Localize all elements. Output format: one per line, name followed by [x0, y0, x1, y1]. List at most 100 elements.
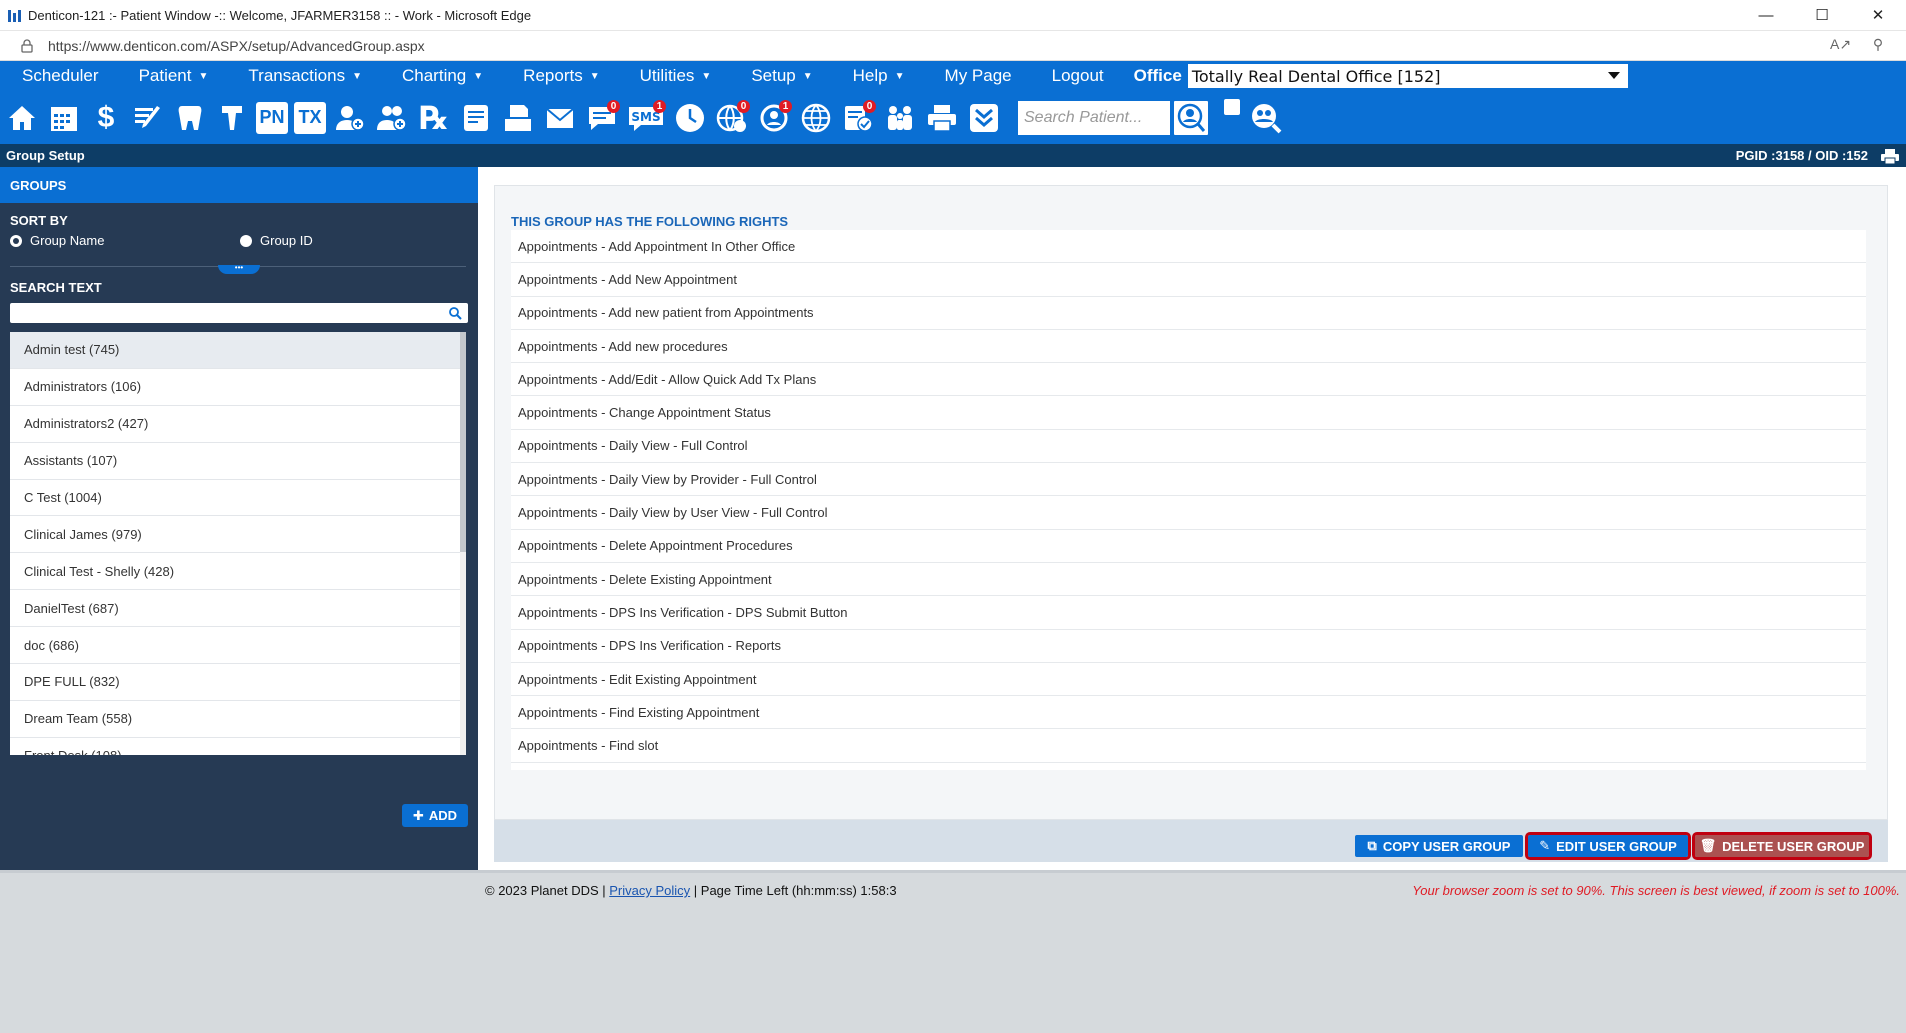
- right-list-item: Appointments - DPS Ins Verification - Re…: [511, 630, 1866, 663]
- dollar-icon[interactable]: $: [88, 98, 124, 138]
- add-patient-icon[interactable]: [332, 98, 368, 138]
- office-select-value: Totally Real Dental Office [152]: [1191, 66, 1441, 86]
- caret-down-icon: ▼: [701, 70, 712, 82]
- calendar-icon[interactable]: [46, 98, 82, 138]
- group-list-item[interactable]: Clinical Test - Shelly (428): [10, 553, 460, 591]
- minimize-icon[interactable]: —: [1738, 0, 1794, 31]
- footer-copyright: © 2023 Planet DDS | Privacy Policy | Pag…: [485, 883, 897, 898]
- read-aloud-icon[interactable]: A↗: [1830, 36, 1851, 56]
- menu-reports[interactable]: Reports ▼: [501, 66, 617, 86]
- main-menu-bar: Scheduler Patient ▼ Transactions ▼ Chartin…: [0, 61, 1906, 91]
- group-list-item[interactable]: doc (686): [10, 627, 460, 665]
- search-patient-button[interactable]: [1172, 98, 1210, 137]
- rights-list: Appointments - Add Appointment In Other …: [511, 230, 1866, 770]
- implant-icon[interactable]: [214, 98, 250, 138]
- menu-label: Logout: [1051, 66, 1104, 85]
- right-list-item: Appointments - Change Appointment Status: [511, 396, 1866, 430]
- group-list-item[interactable]: DPE FULL (832): [10, 664, 460, 701]
- menu-patient[interactable]: Patient ▼: [117, 66, 227, 86]
- chevron-down-double-icon[interactable]: [966, 98, 1002, 138]
- delete-user-group-button[interactable]: 🗑 DELETE USER GROUP: [1692, 832, 1872, 860]
- group-list-item[interactable]: Administrators2 (427): [10, 406, 460, 443]
- group-list-item[interactable]: Clinical James (979): [10, 516, 460, 554]
- forms-badge: 0: [863, 99, 876, 113]
- group-list-item[interactable]: DanielTest (687): [10, 590, 460, 628]
- menu-label: Scheduler: [22, 66, 99, 85]
- privacy-policy-link[interactable]: Privacy Policy: [609, 883, 690, 898]
- caret-down-icon: ▼: [352, 70, 362, 82]
- sort-option-label: Group Name: [30, 233, 105, 248]
- icon-toolbar: $ PN TX ℞ 0 SMS 1 0 1 0 Search Patient...: [0, 91, 1906, 144]
- toolbar-checkbox[interactable]: [1224, 99, 1240, 115]
- treatment-icon[interactable]: TX: [294, 101, 326, 134]
- progress-notes-icon[interactable]: PN: [256, 101, 288, 134]
- menu-label: Patient: [138, 66, 192, 85]
- right-list-item: Appointments - Daily View by Provider - …: [511, 463, 1866, 497]
- sort-group-name-option[interactable]: Group Name: [10, 233, 104, 248]
- printer-icon[interactable]: [924, 98, 960, 138]
- group-list-item[interactable]: Dream Team (558): [10, 701, 460, 738]
- copy-user-group-button[interactable]: ⧉ COPY USER GROUP: [1355, 835, 1523, 857]
- lock-icon: [21, 38, 33, 53]
- menu-label: Help: [852, 66, 888, 85]
- document-icon[interactable]: [458, 98, 494, 138]
- recall-icon[interactable]: 1: [756, 98, 792, 138]
- globe-icon[interactable]: 0: [714, 98, 750, 138]
- group-list-item[interactable]: C Test (1004): [10, 480, 460, 517]
- menu-help[interactable]: Help ▼: [831, 66, 923, 86]
- group-list-item[interactable]: Front Desk (108): [10, 738, 460, 755]
- page-time-left: | Page Time Left (hh:mm:ss) 1:58:3: [690, 883, 897, 898]
- menu-logout[interactable]: Logout: [1030, 66, 1122, 86]
- tooth-icon[interactable]: [172, 98, 208, 138]
- menu-label: Transactions: [248, 66, 346, 85]
- edit-notes-icon[interactable]: [130, 98, 166, 138]
- url-field[interactable]: https://www.denticon.com/ASPX/setup/Adva…: [48, 38, 1830, 54]
- group-list-item[interactable]: Assistants (107): [10, 443, 460, 480]
- caret-down-icon: ▼: [894, 70, 905, 82]
- zoom-icon[interactable]: ⚲: [1868, 36, 1888, 56]
- group-list-item[interactable]: Admin test (745): [10, 332, 460, 369]
- family-icon[interactable]: [882, 98, 918, 138]
- delete-button-label: DELETE USER GROUP: [1722, 838, 1865, 854]
- group-list-item[interactable]: Administrators (106): [10, 369, 460, 406]
- scanner-icon[interactable]: [500, 98, 536, 138]
- zoom-warning: Your browser zoom is set to 90%. This sc…: [1412, 883, 1900, 898]
- group-search-input[interactable]: [10, 303, 468, 323]
- scrollbar-thumb[interactable]: [460, 332, 466, 552]
- search-icon[interactable]: [448, 306, 462, 320]
- right-list-item: Appointments - Daily View - Full Control: [511, 430, 1866, 464]
- group-list-scrollbar[interactable]: [460, 332, 466, 755]
- close-icon[interactable]: ✕: [1850, 0, 1906, 31]
- menu-scheduler[interactable]: Scheduler: [0, 66, 117, 86]
- collapse-handle[interactable]: •••: [218, 264, 260, 274]
- mail-icon[interactable]: [542, 98, 578, 138]
- menu-charting[interactable]: Charting ▼: [380, 66, 501, 86]
- add-family-icon[interactable]: [374, 98, 410, 138]
- sort-by-label: SORT BY: [10, 213, 68, 228]
- home-icon[interactable]: [4, 98, 40, 138]
- sort-group-id-option[interactable]: Group ID: [240, 233, 313, 248]
- messages-icon[interactable]: 0: [584, 98, 620, 138]
- page-ids: PGID :3158 / OID :152: [1735, 148, 1868, 163]
- right-list-item: Appointments - Add new patient from Appo…: [511, 297, 1866, 330]
- print-icon[interactable]: [1880, 148, 1900, 164]
- forms-check-icon[interactable]: 0: [840, 98, 876, 138]
- clock-icon[interactable]: [672, 98, 708, 138]
- radio-selected-icon: [10, 234, 22, 247]
- menu-my-page[interactable]: My Page: [923, 66, 1030, 86]
- group-search-icon[interactable]: [1248, 98, 1284, 138]
- menu-utilities[interactable]: Utilities ▼: [618, 66, 730, 86]
- office-select[interactable]: Totally Real Dental Office [152]: [1187, 64, 1628, 88]
- menu-setup[interactable]: Setup ▼: [729, 66, 830, 86]
- edit-user-group-button[interactable]: ✎ EDIT USER GROUP: [1525, 832, 1691, 860]
- menu-label: My Page: [944, 66, 1012, 85]
- sms-icon[interactable]: SMS 1: [626, 98, 666, 138]
- maximize-icon[interactable]: ☐: [1794, 0, 1850, 31]
- web-icon[interactable]: [798, 98, 834, 138]
- menu-transactions[interactable]: Transactions ▼: [226, 66, 380, 86]
- add-group-button[interactable]: ✚ ADD: [402, 804, 468, 827]
- right-list-item: Appointments - Daily View by User View -…: [511, 496, 1866, 530]
- prescription-icon[interactable]: ℞: [416, 98, 452, 138]
- search-patient-input[interactable]: Search Patient...: [1018, 100, 1170, 135]
- page-footer: © 2023 Planet DDS | Privacy Policy | Pag…: [0, 870, 1906, 1033]
